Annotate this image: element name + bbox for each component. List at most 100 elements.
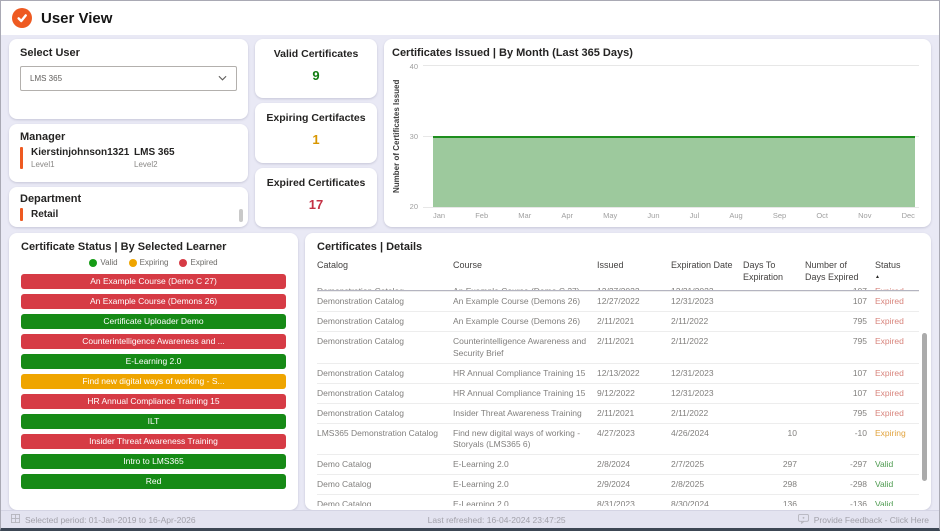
kpi-value: 9	[312, 68, 319, 83]
kpi-card-valid: Valid Certificates 9	[255, 39, 377, 98]
table-scrollbar[interactable]	[922, 333, 927, 481]
legend-dot-icon	[129, 259, 137, 267]
app-header: User View	[1, 1, 939, 35]
cell-status: Expired	[875, 388, 919, 399]
table-row[interactable]: Demonstration Catalog Insider Threat Awa…	[317, 403, 919, 423]
cell-expiration-date: 2/7/2025	[671, 459, 735, 470]
dashboard-page: User View Select User LMS 365 Manager	[0, 0, 940, 531]
select-user-card: Select User LMS 365	[9, 39, 248, 119]
table-row[interactable]: Demo Catalog E-Learning 2.0 2/9/2024 2/8…	[317, 474, 919, 494]
column-header-status[interactable]: Status▲	[875, 260, 919, 283]
cell-catalog: Demonstration Catalog	[317, 296, 445, 307]
cell-days-expired: -298	[805, 479, 867, 490]
chevron-down-icon	[218, 74, 227, 83]
cell-status: Expired	[875, 296, 919, 307]
cell-expiration-date: 2/11/2022	[671, 408, 735, 419]
cell-expiration-date: 12/31/2023	[671, 296, 735, 307]
table-body: Demonstration Catalog An Example Course …	[317, 286, 919, 506]
cell-issued: 12/27/2022	[597, 296, 663, 307]
area-chart: Number of Certificates Issued 403020 Jan…	[392, 65, 919, 223]
status-bar[interactable]: Certificate Uploader Demo	[21, 314, 286, 329]
status-bar[interactable]: Intro to LMS365	[21, 454, 286, 469]
cell-catalog: Demonstration Catalog	[317, 368, 445, 379]
cell-catalog: LMS365 Demonstration Catalog	[317, 428, 445, 439]
cell-expiration-date: 2/8/2025	[671, 479, 735, 490]
cell-expiration-date: 2/11/2022	[671, 336, 735, 347]
column-header-expiration_date[interactable]: Expiration Date	[671, 260, 735, 283]
manager-label: Manager	[20, 131, 237, 143]
column-header-catalog[interactable]: Catalog	[317, 260, 445, 283]
legend-item: Expired	[179, 258, 217, 267]
table-row[interactable]: Demonstration Catalog An Example Course …	[317, 291, 919, 311]
cell-days-expired: 795	[805, 316, 867, 327]
x-tick-label: Sep	[773, 211, 786, 220]
table-row[interactable]: Demo Catalog E-Learning 2.0 2/8/2024 2/7…	[317, 454, 919, 474]
table-row[interactable]: Demonstration Catalog An Example Course …	[317, 311, 919, 331]
column-header-course[interactable]: Course	[453, 260, 589, 283]
status-bar[interactable]: Counterintelligence Awareness and ...	[21, 334, 286, 349]
manager-level: Level1	[31, 160, 134, 169]
feedback-link[interactable]: Provide Feedback - Click Here	[798, 514, 929, 526]
area-series	[433, 136, 915, 207]
status-bar[interactable]: An Example Course (Demons 26)	[21, 294, 286, 309]
status-bar[interactable]: Insider Threat Awareness Training	[21, 434, 286, 449]
status-bar[interactable]: ILT	[21, 414, 286, 429]
x-tick-label: Apr	[561, 211, 573, 220]
cell-issued: 4/27/2023	[597, 428, 663, 439]
cell-issued: 2/8/2024	[597, 459, 663, 470]
x-axis-ticks: JanFebMarAprMayJunJulAugSepOctNovDec	[433, 211, 915, 220]
manager-entry: Kierstinjohnson1321 Level1	[31, 147, 134, 169]
select-user-label: Select User	[20, 47, 237, 59]
cell-days-expired: -297	[805, 459, 867, 470]
cell-days-expired: 107	[805, 368, 867, 379]
cell-status: Expired	[875, 408, 919, 419]
kpi-column: Valid Certificates 9 Expiring Certifacte…	[255, 39, 377, 227]
cell-expiration-date: 12/31/2023	[671, 388, 735, 399]
status-bar[interactable]: Red	[21, 474, 286, 489]
legend-item: Expiring	[129, 258, 169, 267]
cell-catalog: Demonstration Catalog	[317, 388, 445, 399]
department-scrollbar[interactable]	[239, 209, 243, 222]
user-dropdown[interactable]: LMS 365	[20, 66, 237, 91]
kpi-value: 1	[312, 132, 319, 147]
legend-item: Valid	[89, 258, 117, 267]
selected-period-text: Selected period: 01-Jan-2019 to 16-Apr-2…	[25, 515, 196, 525]
y-axis-ticks: 403020	[405, 65, 423, 207]
cell-days-to-expiration: 10	[743, 428, 797, 439]
column-header-days_expired[interactable]: Number of Days Expired	[805, 260, 867, 283]
cell-days-to-expiration: 298	[743, 479, 797, 490]
accent-bar	[20, 208, 23, 221]
cell-catalog: Demo Catalog	[317, 459, 445, 470]
certificates-details-card: Certificates | Details Catalog Course Issu…	[305, 233, 931, 510]
certificates-issued-chart-card: Certificates Issued | By Month (Last 365…	[384, 39, 931, 227]
table-row[interactable]: Demonstration Catalog HR Annual Complian…	[317, 383, 919, 403]
filters-column: Select User LMS 365 Manager Kierstinjohn…	[9, 39, 248, 227]
cell-status: Expired	[875, 316, 919, 327]
cell-course: E-Learning 2.0	[453, 459, 589, 470]
y-tick-label: 30	[410, 132, 418, 141]
status-bar[interactable]: HR Annual Compliance Training 15	[21, 394, 286, 409]
status-bar[interactable]: An Example Course (Demo C 27)	[21, 274, 286, 289]
lms365-logo-icon	[12, 8, 32, 28]
user-dropdown-value: LMS 365	[30, 74, 62, 83]
details-title: Certificates | Details	[317, 241, 919, 253]
x-tick-label: May	[603, 211, 617, 220]
x-tick-label: Dec	[902, 211, 915, 220]
cell-catalog: Demo Catalog	[317, 499, 445, 506]
accent-bar	[20, 147, 23, 169]
table-row[interactable]: Demonstration Catalog HR Annual Complian…	[317, 363, 919, 383]
cell-status: Valid	[875, 499, 919, 506]
status-legend: Valid Expiring Expired	[21, 258, 286, 267]
chart-plot-area[interactable]: JanFebMarAprMayJunJulAugSepOctNovDec	[423, 65, 919, 207]
x-tick-label: Mar	[518, 211, 531, 220]
column-header-issued[interactable]: Issued	[597, 260, 663, 283]
status-bar[interactable]: Find new digital ways of working - S...	[21, 374, 286, 389]
column-header-days_to_expiration[interactable]: Days To Expiration	[743, 260, 797, 283]
table-row[interactable]: Demo Catalog E-Learning 2.0 8/31/2023 8/…	[317, 494, 919, 506]
table-row[interactable]: LMS365 Demonstration Catalog Find new di…	[317, 423, 919, 454]
table-row[interactable]: Demonstration Catalog Counterintelligenc…	[317, 331, 919, 362]
cell-issued: 2/9/2024	[597, 479, 663, 490]
cell-days-expired: 107	[805, 296, 867, 307]
cell-catalog: Demonstration Catalog	[317, 316, 445, 327]
status-bar[interactable]: E-Learning 2.0	[21, 354, 286, 369]
